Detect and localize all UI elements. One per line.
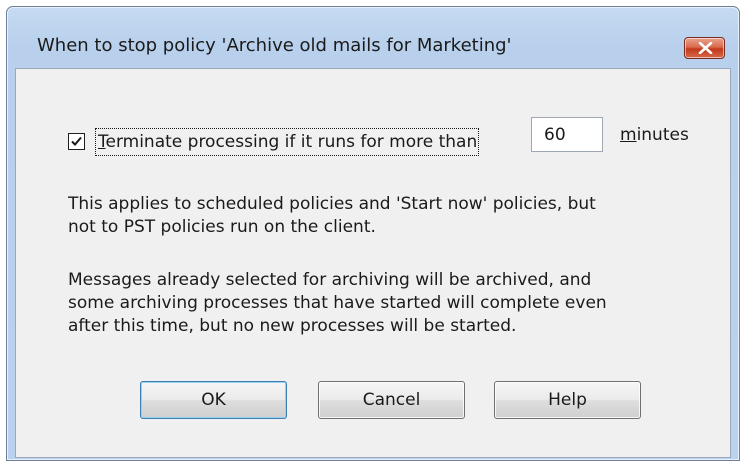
behavior-note-line: after this time, but no new processes wi… [68,316,517,336]
minutes-label: minutes [620,125,689,145]
minutes-label-mnemonic: m [620,125,637,145]
behavior-note-line: some archiving processes that have start… [68,293,607,313]
scope-note-line: not to PST policies run on the client. [68,217,376,237]
behavior-note: Messages already selected for archiving … [68,269,607,338]
dialog-window: When to stop policy 'Archive old mails f… [6,6,740,461]
help-button[interactable]: Help [494,381,641,419]
close-button[interactable] [684,37,725,59]
cancel-button[interactable]: Cancel [318,381,465,419]
title-bar[interactable]: When to stop policy 'Archive old mails f… [7,7,739,67]
minutes-input[interactable] [531,117,603,152]
terminate-checkbox-label[interactable]: Terminate processing if it runs for more… [95,128,480,156]
terminate-label-mnemonic: T [98,132,106,152]
ok-button[interactable]: OK [140,381,287,419]
terminate-label-text: erminate processing if it runs for more … [105,132,478,152]
close-icon [698,42,713,54]
minutes-label-text: inutes [636,125,689,145]
checkmark-icon [71,136,82,146]
terminate-checkbox[interactable] [68,133,85,150]
scope-note-line: This applies to scheduled policies and '… [68,194,596,214]
behavior-note-line: Messages already selected for archiving … [68,270,592,290]
dialog-title: When to stop policy 'Archive old mails f… [37,35,512,56]
dialog-body: Terminate processing if it runs for more… [15,68,731,458]
scope-note: This applies to scheduled policies and '… [68,193,596,239]
